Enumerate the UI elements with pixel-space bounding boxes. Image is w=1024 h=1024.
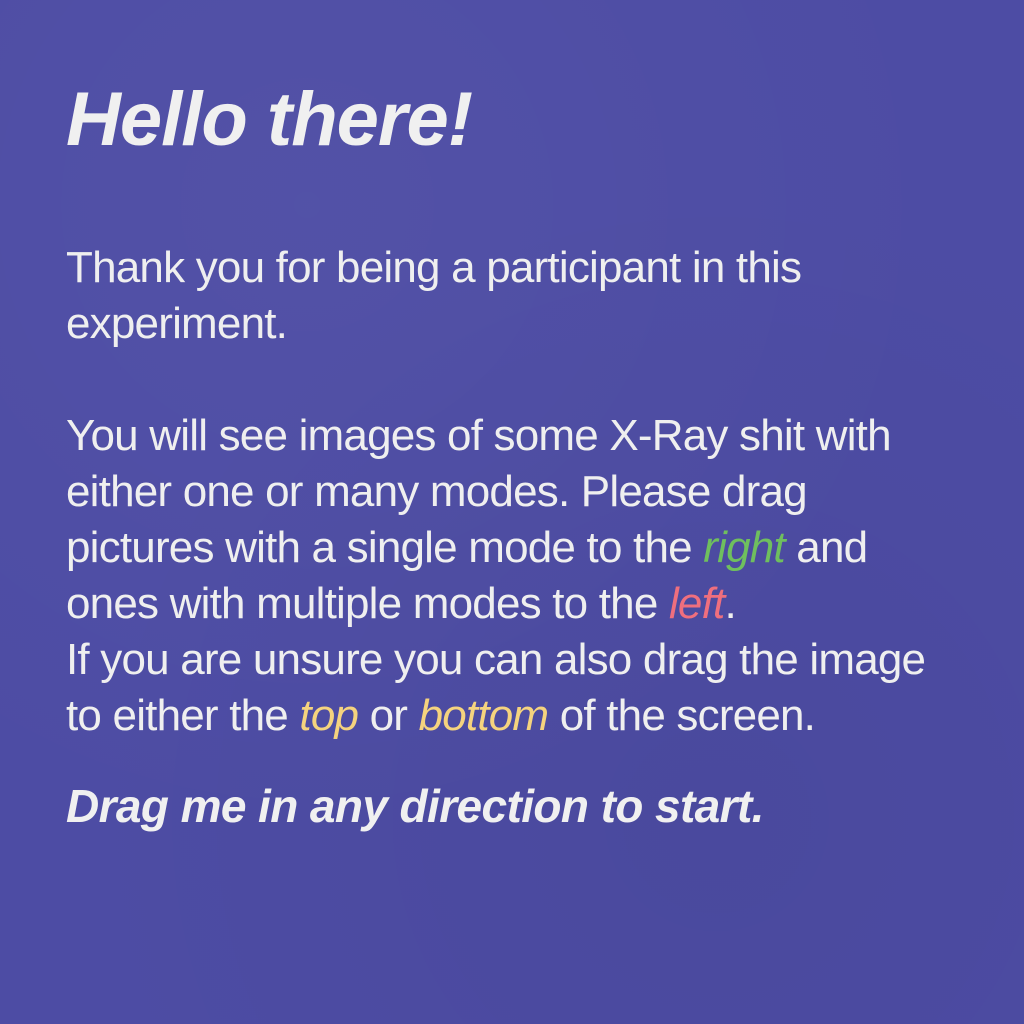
instructions-part-5: or [358, 690, 419, 740]
keyword-bottom: bottom [418, 690, 550, 740]
draggable-intro-card[interactable]: Hello there! Thank you for being a parti… [0, 0, 1024, 1024]
keyword-top: top [299, 690, 359, 740]
start-prompt: Drag me in any direction to start. [66, 779, 764, 832]
intro-text: Thank you for being a participant in thi… [66, 242, 802, 348]
keyword-right: right [703, 522, 785, 572]
page-title: Hello there! [66, 77, 473, 162]
keyword-left: left [668, 578, 725, 628]
instructions-part-3: . [724, 578, 736, 628]
instructions-part-6: of the screen. [548, 690, 816, 740]
instructions-text: You will see images of some X-Ray shit w… [66, 408, 964, 744]
